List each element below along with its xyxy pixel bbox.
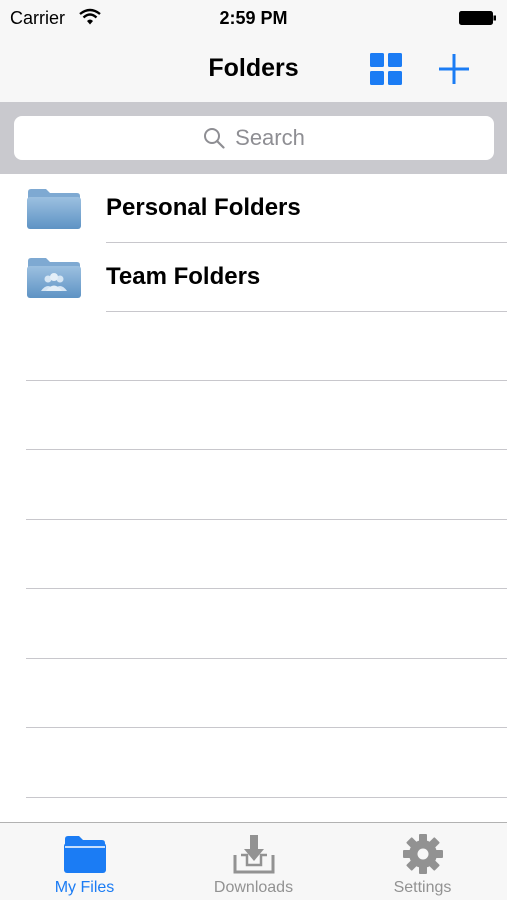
tab-downloads[interactable]: Downloads xyxy=(169,823,338,901)
download-icon xyxy=(233,835,274,874)
row-divider xyxy=(26,588,507,589)
tab-label: My Files xyxy=(54,879,115,896)
list-item-team-folders[interactable]: Team Folders xyxy=(0,243,507,312)
search-bar-container: Search xyxy=(0,102,507,174)
plus-icon[interactable] xyxy=(436,51,472,87)
row-divider xyxy=(26,727,507,728)
gear-icon xyxy=(402,834,443,874)
tab-label: Settings xyxy=(393,879,452,896)
tab-bar: My Files Downloads Settings xyxy=(0,822,507,900)
folder-list: Personal Folders Team Folders xyxy=(0,174,507,312)
tab-label: Downloads xyxy=(213,879,294,896)
search-input[interactable]: Search xyxy=(14,116,494,160)
status-bar: Carrier 2:59 PM xyxy=(0,0,507,36)
row-divider xyxy=(26,797,507,798)
team-folder-icon xyxy=(27,258,81,298)
tab-my-files[interactable]: My Files xyxy=(0,823,169,901)
row-divider xyxy=(26,658,507,659)
battery-icon xyxy=(459,11,496,25)
navigation-bar: Folders xyxy=(0,36,507,102)
tab-settings[interactable]: Settings xyxy=(338,823,507,901)
page-title: Folders xyxy=(208,54,299,82)
folder-icon xyxy=(63,836,106,873)
search-placeholder: Search xyxy=(235,125,305,150)
folder-label: Personal Folders xyxy=(106,194,301,221)
row-divider xyxy=(26,449,507,450)
list-item-personal-folders[interactable]: Personal Folders xyxy=(0,174,507,243)
search-icon xyxy=(204,128,225,149)
status-time: 2:59 PM xyxy=(219,8,288,28)
folder-icon xyxy=(27,189,81,229)
folder-label: Team Folders xyxy=(106,263,261,290)
row-divider xyxy=(26,519,507,520)
row-divider xyxy=(26,380,507,381)
row-divider xyxy=(106,311,507,312)
grid-view-icon[interactable] xyxy=(369,52,403,86)
